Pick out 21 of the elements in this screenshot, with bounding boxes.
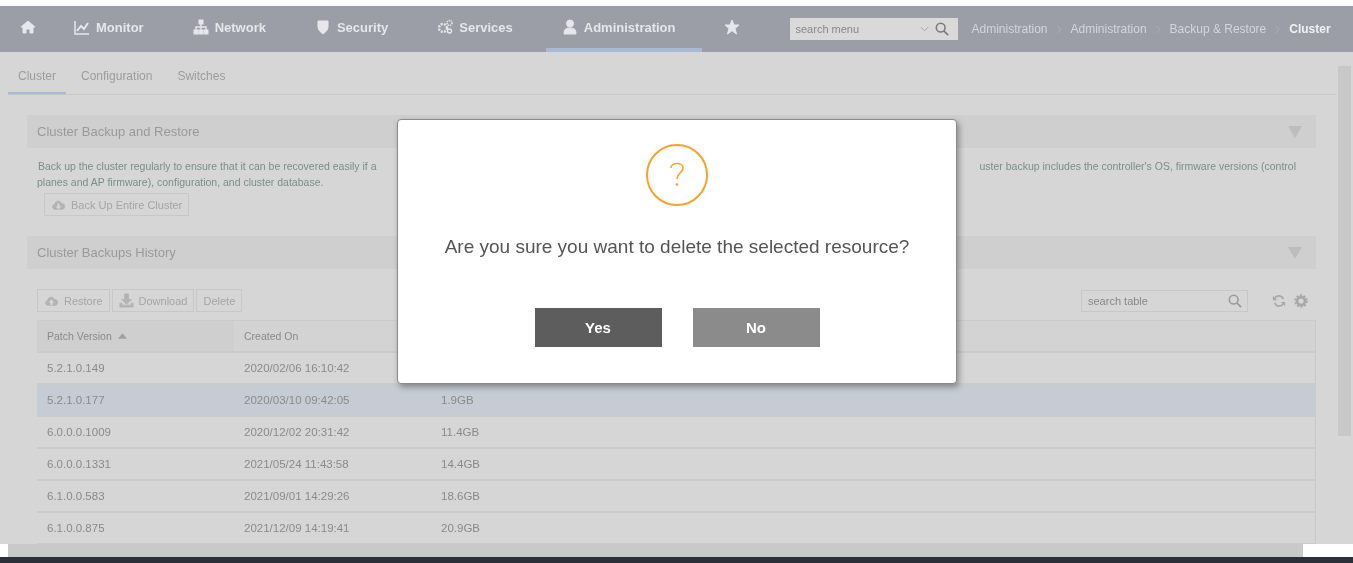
table-cell-text: 5.2.1.0.177 [46,393,106,408]
table-cell-text: 2021/12/09 14:19:41 [243,521,351,536]
table-cell-text: 2020/12/02 20:31:42 [243,425,351,440]
table-cell-text: 2021/05/24 11:43:58 [243,457,350,472]
description-text: Back up the cluster regularly to ensure that it can be recovered easily if a [38,160,378,172]
table-cell-text: 2020/03/10 09:42:05 [243,393,351,408]
table-cell-text: 14.4GB [440,457,480,472]
table-cell-text: 20.9GB [440,521,480,536]
dialog-message: Are you sure you want to delete the selected resource? [444,236,910,258]
table-cell-text: 1.9GB [440,393,474,408]
table-cell-text: 6.0.0.0.1331 [46,457,112,472]
table-cell-text: 11.4GB [440,425,480,440]
description-text: planes and AP firmware), configuration, and cluster database. [36,176,325,188]
table-cell-text: 6.0.0.0.1009 [46,425,112,440]
table-cell-text: 6.1.0.0.583 [46,489,106,504]
table-cell-text: 18.6GB [440,489,480,504]
table-cell-text: 6.1.0.0.875 [46,521,106,536]
description-text: uster backup includes the controller's OS, firmware versions (control [979,160,1296,172]
table-cell-text: 2021/09/01 14:29:26 [243,489,351,504]
table-cell-text: 5.2.1.0.149 [46,361,106,376]
table-cell-text: 2020/02/06 16:10:42 [243,361,351,376]
